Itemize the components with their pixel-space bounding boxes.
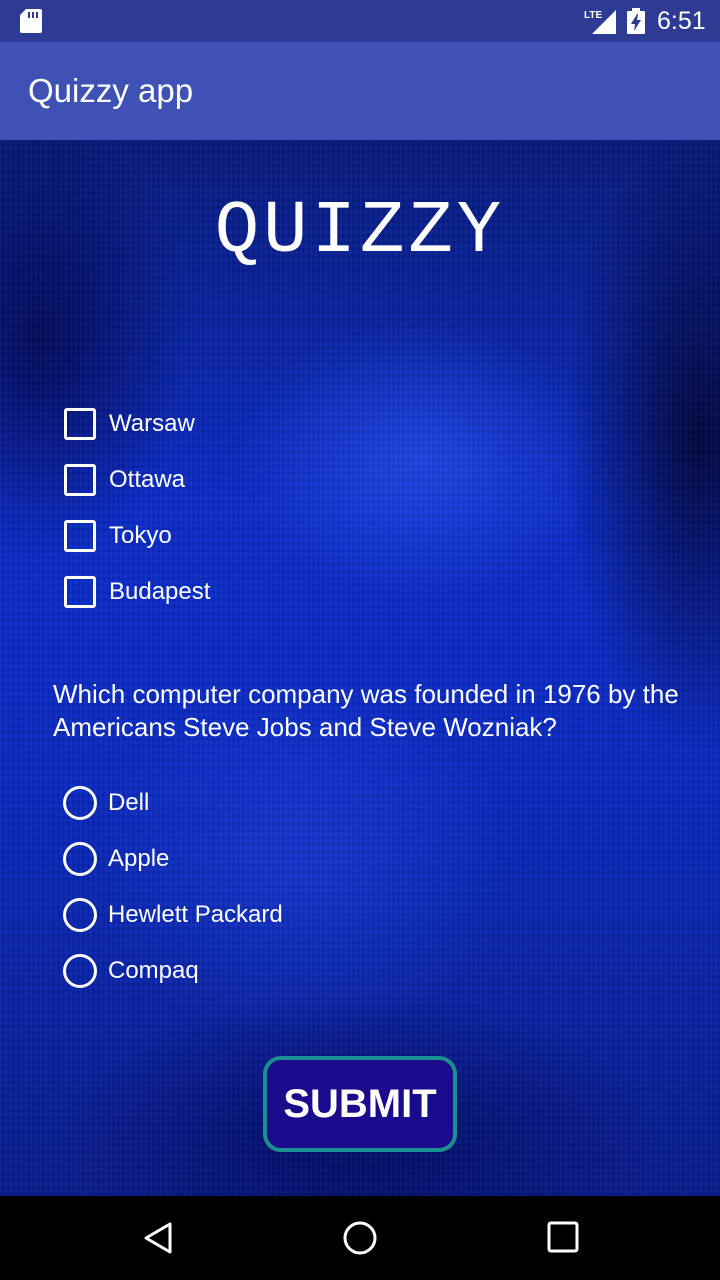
radio-label: Dell (108, 789, 150, 816)
checkbox-label: Ottawa (109, 466, 186, 493)
checkbox-icon[interactable] (64, 408, 96, 440)
checkbox-option-ottawa[interactable]: Ottawa (64, 460, 185, 500)
app-title: Quizzy app (28, 72, 194, 109)
checkbox-option-warsaw[interactable]: Warsaw (64, 404, 195, 444)
radio-option-hewlett-packard[interactable]: Hewlett Packard (63, 895, 283, 935)
home-icon[interactable] (342, 1220, 378, 1256)
question-text: Which computer company was founded in 19… (53, 679, 679, 742)
radio-label: Hewlett Packard (108, 901, 283, 928)
checkbox-icon[interactable] (64, 576, 96, 608)
background-texture (0, 140, 720, 1196)
radio-option-apple[interactable]: Apple (63, 839, 170, 879)
checkbox-label: Warsaw (109, 410, 195, 437)
quiz-heading: QUIZZY (214, 190, 506, 274)
status-clock: 6:51 (657, 7, 706, 35)
lte-signal-icon: LTE (584, 10, 616, 34)
app-bar: Quizzy app (0, 42, 720, 140)
radio-icon[interactable] (63, 954, 97, 988)
checkbox-option-tokyo[interactable]: Tokyo (64, 516, 172, 556)
sd-card-icon (20, 9, 42, 33)
radio-icon[interactable] (63, 842, 97, 876)
network-type-label: LTE (584, 10, 602, 21)
radio-option-compaq[interactable]: Compaq (63, 951, 199, 991)
radio-icon[interactable] (63, 898, 97, 932)
radio-label: Apple (108, 845, 170, 872)
radio-option-dell[interactable]: Dell (63, 783, 150, 823)
radio-label: Compaq (108, 957, 199, 984)
quiz-content: QUIZZY Warsaw Ottawa Tokyo Budapest Whic… (0, 140, 720, 1196)
checkbox-icon[interactable] (64, 464, 96, 496)
checkbox-icon[interactable] (64, 520, 96, 552)
back-icon[interactable] (140, 1220, 176, 1256)
status-bar: LTE 6:51 (0, 0, 720, 42)
checkbox-label: Tokyo (109, 522, 172, 549)
recent-apps-icon[interactable] (546, 1220, 580, 1254)
battery-charging-icon (627, 8, 645, 34)
navigation-bar (0, 1196, 720, 1280)
checkbox-option-budapest[interactable]: Budapest (64, 572, 210, 612)
radio-icon[interactable] (63, 786, 97, 820)
submit-button[interactable]: SUBMIT (263, 1056, 457, 1152)
checkbox-label: Budapest (109, 578, 211, 605)
